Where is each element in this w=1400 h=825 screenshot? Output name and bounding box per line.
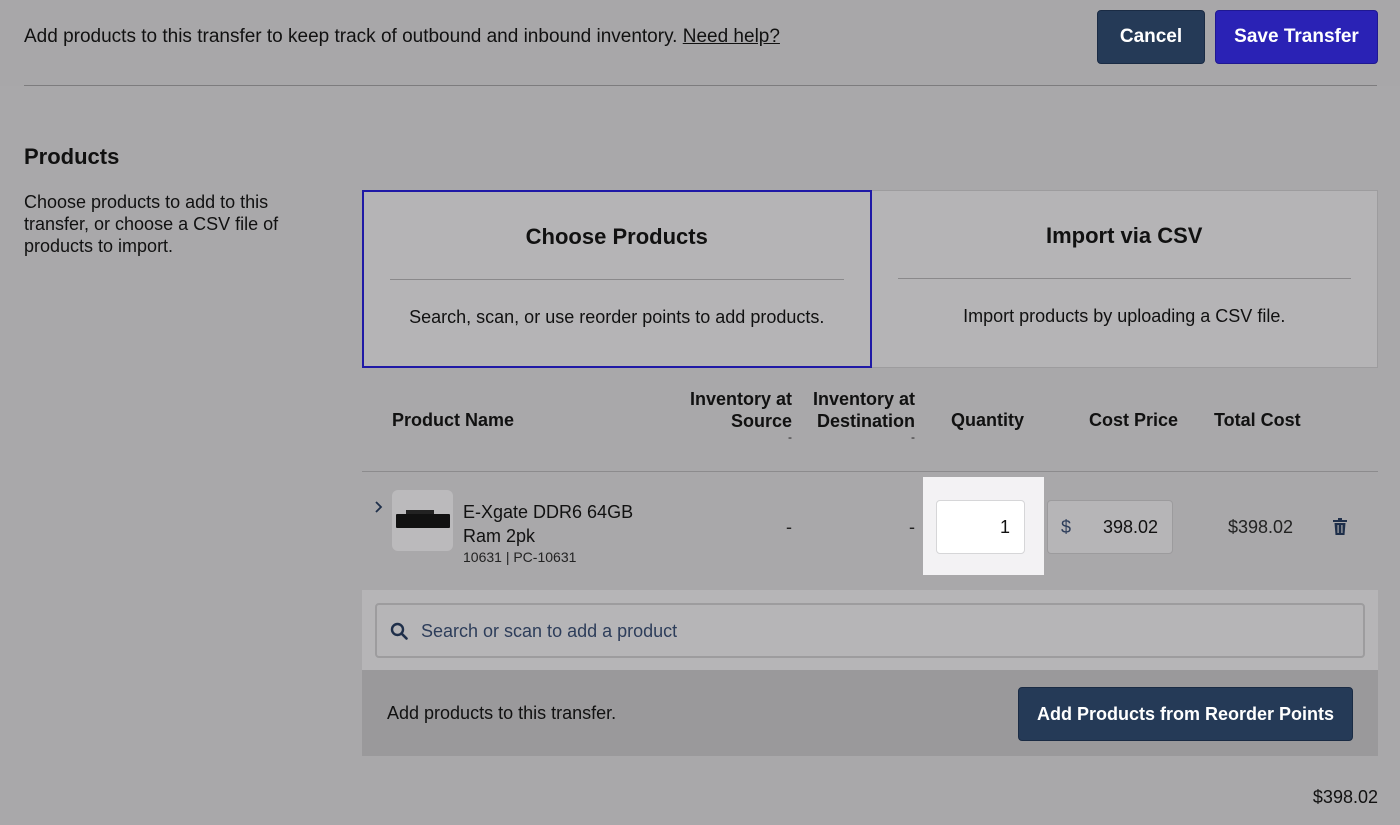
save-transfer-button[interactable]: Save Transfer [1215, 10, 1378, 64]
top-bar: Add products to this transfer to keep tr… [0, 0, 1400, 86]
tab-title: Import via CSV [1046, 223, 1203, 248]
inventory-destination-value: - [909, 517, 915, 537]
tab-divider [390, 279, 844, 280]
table-row: E-Xgate DDR6 64GB Ram 2pk 10631 | PC-106… [362, 472, 1378, 590]
header-divider [24, 85, 1377, 86]
cost-price-input[interactable]: $ 398.02 [1047, 500, 1173, 554]
column-cost-price: Cost Price [1089, 410, 1179, 430]
product-source-tabs: Choose Products Search, scan, or use reo… [362, 190, 1378, 368]
tab-choose-products[interactable]: Choose Products Search, scan, or use reo… [362, 190, 872, 368]
search-placeholder: Search or scan to add a product [421, 621, 678, 641]
chevron-right-icon[interactable] [374, 500, 386, 514]
search-icon [390, 622, 408, 640]
product-name: E-Xgate DDR6 64GB Ram 2pk [463, 502, 634, 546]
column-product-name: Product Name [392, 410, 515, 430]
need-help-link[interactable]: Need help? [683, 26, 780, 47]
tab-import-csv[interactable]: Import via CSV Import products by upload… [872, 191, 1378, 367]
total-cost-value: $398.02 [1228, 517, 1294, 537]
column-inventory-source-line2: Source [730, 411, 792, 431]
tab-description: Import products by uploading a CSV file. [963, 306, 1286, 326]
quantity-input[interactable]: 1 [936, 500, 1025, 554]
column-inventory-destination: Inventory at Destination - [805, 388, 915, 444]
ram-stick-image [395, 509, 450, 528]
column-inventory-destination-sub: - [911, 430, 915, 444]
column-total-cost: Total Cost [1214, 410, 1301, 430]
currency-symbol: $ [1061, 517, 1072, 537]
reorder-footer: Add products to this transfer. Add Produ… [362, 670, 1378, 756]
header-instruction-text: Add products to this transfer to keep tr… [24, 26, 678, 47]
tab-title: Choose Products [525, 224, 708, 249]
column-inventory-source-line1: Inventory at [689, 389, 792, 409]
tab-divider [897, 278, 1351, 279]
column-inventory-destination-line2: Destination [816, 411, 915, 431]
header-instruction: Add products to this transfer to keep tr… [24, 26, 780, 48]
search-input[interactable]: Search or scan to add a product [375, 603, 1365, 658]
column-quantity: Quantity [951, 410, 1025, 430]
footer-text: Add products to this transfer. [387, 703, 617, 723]
products-section-title: Products [24, 144, 120, 169]
product-sku: 10631 | PC-10631 [463, 549, 577, 565]
tab-description: Search, scan, or use reorder points to a… [409, 307, 825, 327]
add-from-reorder-points-button[interactable]: Add Products from Reorder Points [1018, 687, 1353, 741]
column-inventory-source: Inventory at Source - [682, 388, 792, 444]
column-inventory-source-sub: - [788, 430, 792, 444]
product-thumbnail [392, 490, 453, 551]
cost-price-value: 398.02 [1102, 517, 1158, 537]
products-section-description: Choose products to add to this transfer,… [24, 192, 279, 256]
cancel-button[interactable]: Cancel [1097, 10, 1205, 64]
trash-icon[interactable] [1333, 518, 1347, 535]
inventory-source-value: - [786, 517, 792, 537]
column-inventory-destination-line1: Inventory at [812, 389, 915, 409]
products-table-header: Product Name Inventory at Source - Inven… [362, 386, 1378, 472]
search-section: Search or scan to add a product [362, 590, 1378, 670]
grand-total: $398.02 [1312, 787, 1378, 807]
